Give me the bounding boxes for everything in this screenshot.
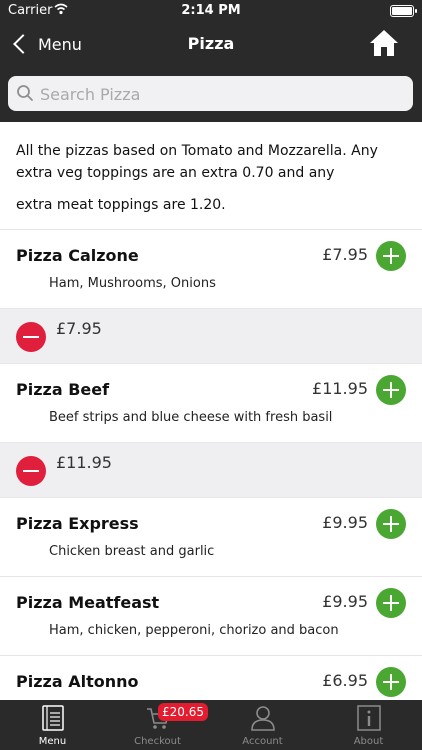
cart-entry-price: £7.95 [56,319,102,338]
remove-minus-icon[interactable] [16,456,46,486]
info-icon [357,705,381,731]
remove-minus-icon[interactable] [16,322,46,352]
menu-item[interactable]: Pizza Express Chicken breast and garlic … [0,498,422,577]
item-description: Chicken breast and garlic [49,544,215,559]
item-name: Pizza Express [16,514,139,533]
description-line-2: extra meat toppings are 1.20. [16,197,226,213]
status-bar: Carrier 2:14 PM [0,0,422,22]
battery-icon [390,5,417,17]
menu-item[interactable]: Pizza Meatfeast Ham, chicken, pepperoni,… [0,577,422,656]
tab-label: Account [242,736,283,747]
description-line-1: All the pizzas based on Tomato and Mozza… [16,143,378,181]
item-price: £9.95 [322,592,368,611]
cart-entry: £7.95 [0,309,422,364]
add-plus-icon[interactable] [376,241,406,271]
add-plus-icon[interactable] [376,375,406,405]
item-price: £11.95 [312,379,368,398]
item-price: £6.95 [322,671,368,690]
item-name: Pizza Altonno [16,672,139,691]
search-icon [17,85,33,101]
item-description: Ham, chicken, pepperoni, chorizo and bac… [49,623,339,638]
tab-label: About [353,736,384,747]
menu-item[interactable]: Pizza Calzone Ham, Mushrooms, Onions £7.… [0,230,422,309]
add-plus-icon[interactable] [376,588,406,618]
add-plus-icon[interactable] [376,509,406,539]
tab-label: Menu [38,736,67,747]
item-description: Ham, Mushrooms, Onions [49,276,216,291]
tab-menu[interactable]: Menu [0,700,105,750]
tab-bar: Menu Checkout Account About [0,700,422,750]
search-field[interactable] [8,76,413,111]
menu-book-icon [42,705,64,731]
item-name: Pizza Beef [16,380,110,399]
item-name: Pizza Calzone [16,246,139,265]
add-plus-icon[interactable] [376,667,406,697]
item-description: Beef strips and blue cheese with fresh b… [49,410,333,425]
menu-item-list: Pizza Calzone Ham, Mushrooms, Onions £7.… [0,230,422,735]
home-icon[interactable] [368,28,400,58]
item-name: Pizza Meatfeast [16,593,160,612]
tab-account[interactable]: Account [210,700,315,750]
item-price: £7.95 [322,245,368,264]
cart-entry: £11.95 [0,443,422,498]
tab-about[interactable]: About [316,700,421,750]
search-input[interactable] [38,80,402,108]
tab-label: Checkout [134,736,181,747]
search-bar-container [0,66,422,122]
category-description: All the pizzas based on Tomato and Mozza… [0,122,422,230]
cart-total-badge: £20.65 [158,703,208,721]
person-icon [251,706,275,731]
page-title: Pizza [187,34,235,53]
cart-entry-price: £11.95 [56,453,112,472]
item-price: £9.95 [322,513,368,532]
clock: 2:14 PM [181,3,241,18]
menu-item[interactable]: Pizza Beef Beef strips and blue cheese w… [0,364,422,443]
navigation-bar: Menu Pizza [0,22,422,66]
